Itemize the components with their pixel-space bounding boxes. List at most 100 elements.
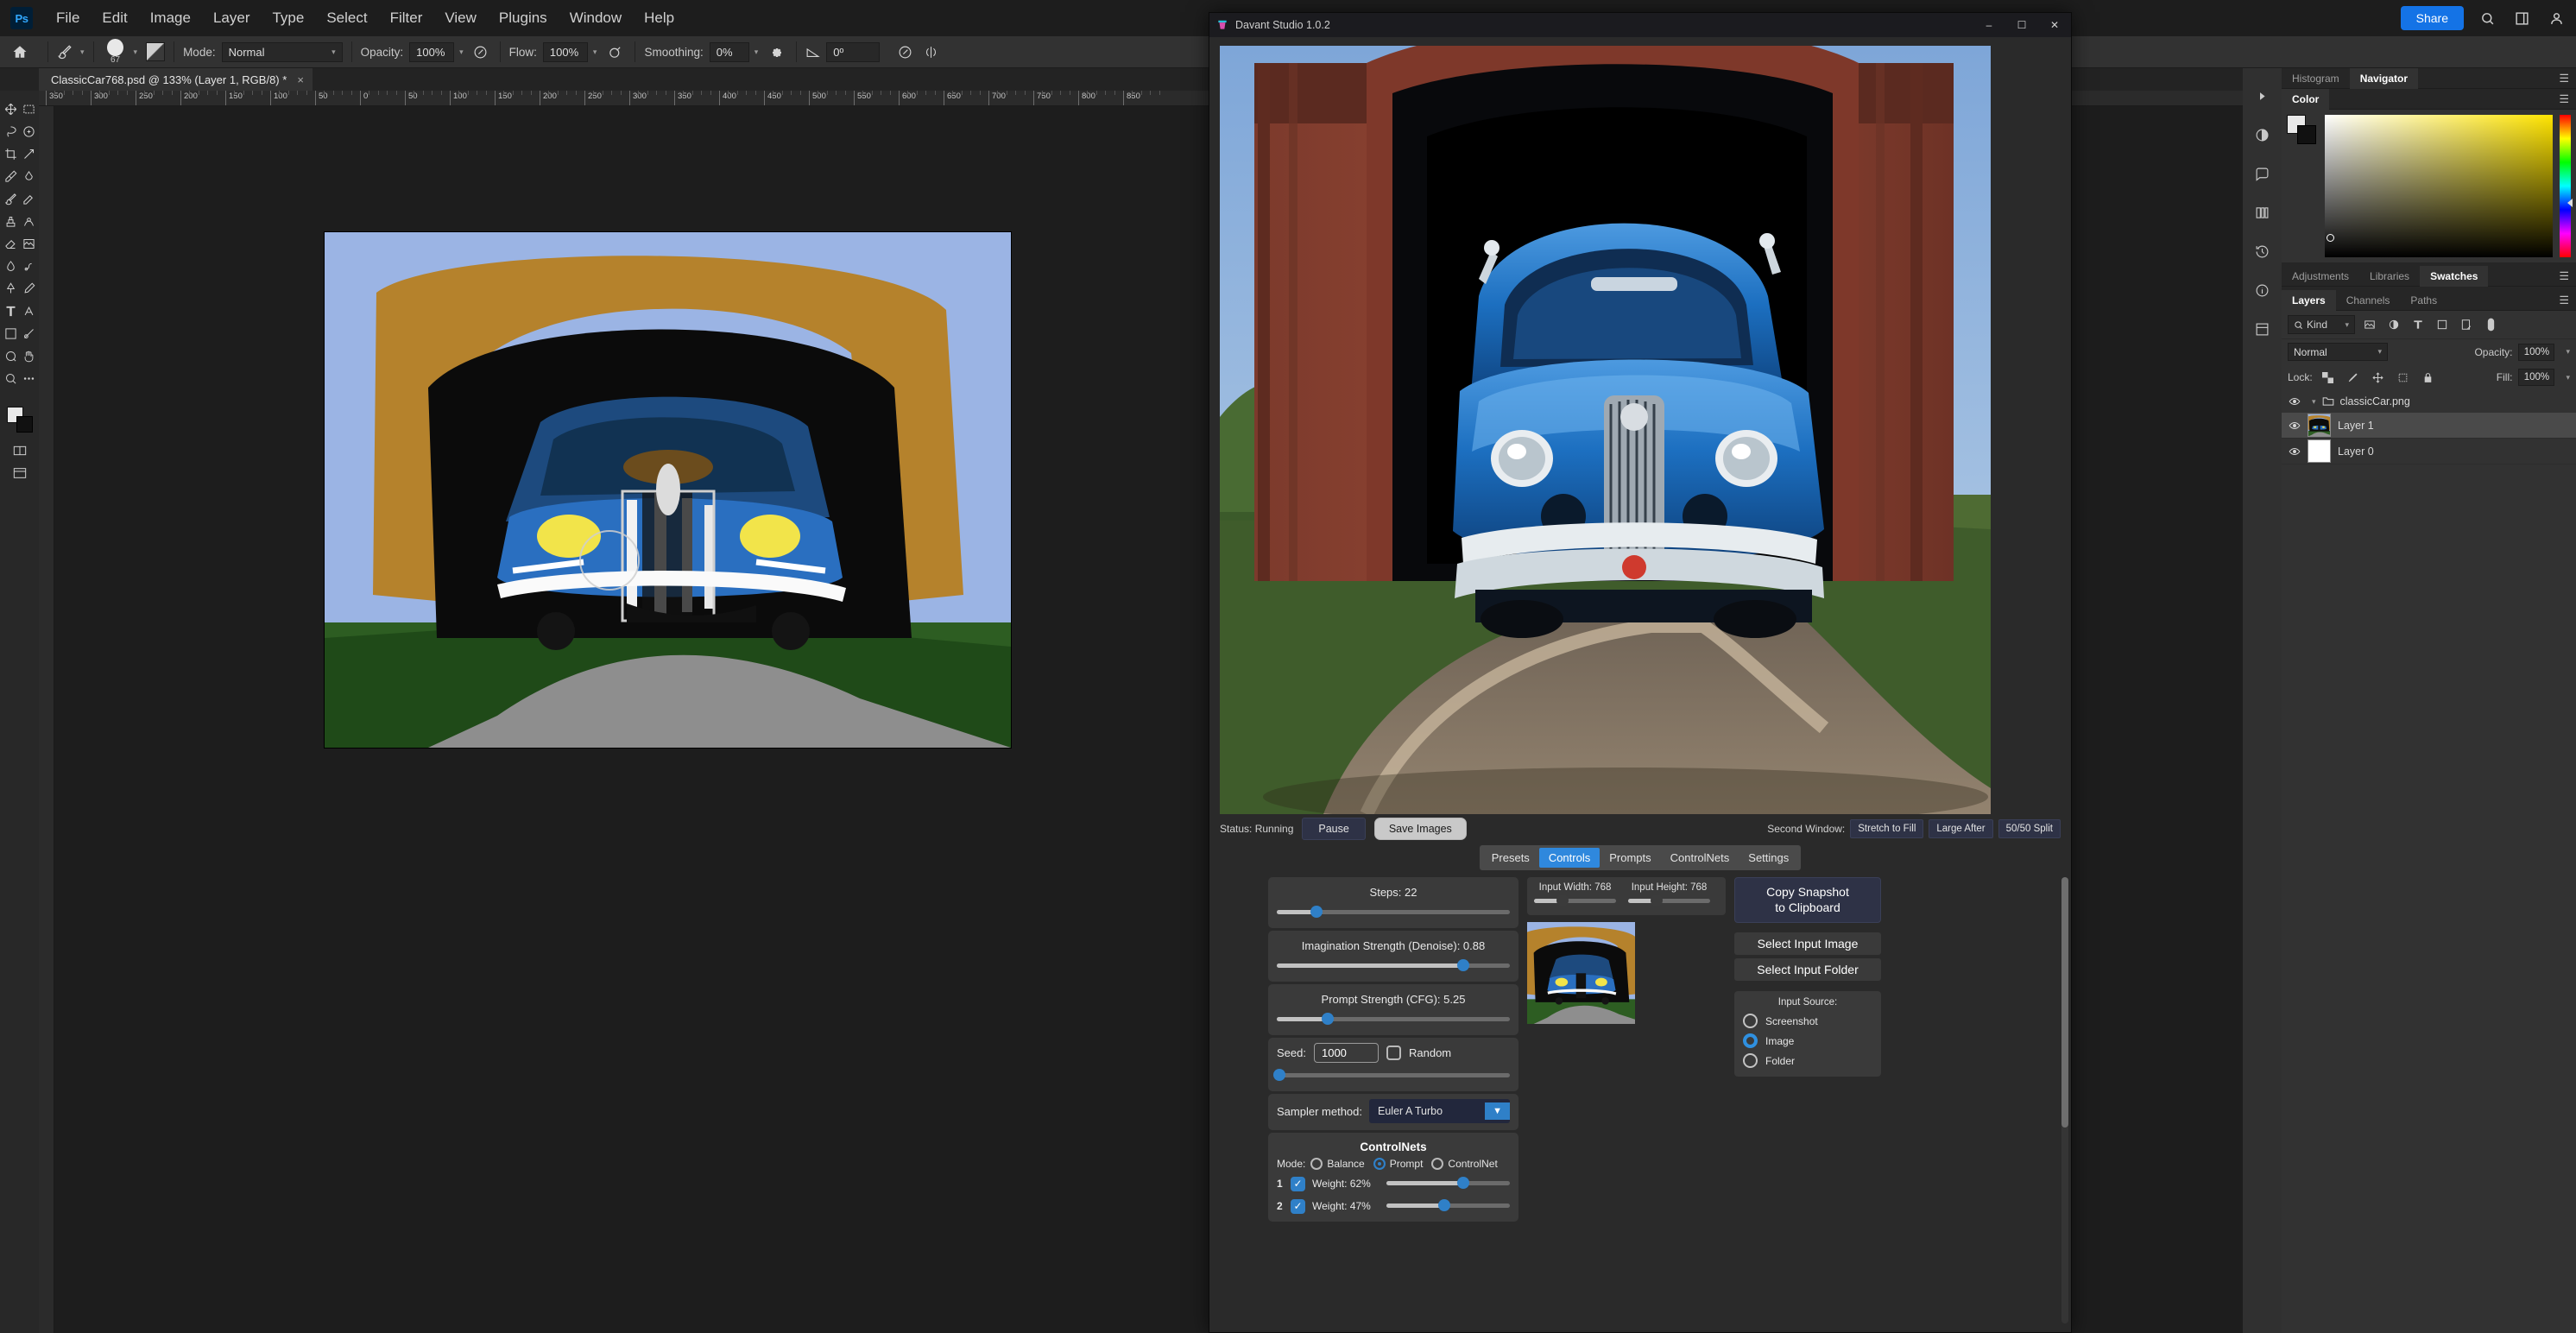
menu-item-window[interactable]: Window [559, 6, 633, 30]
smoothing-chevron-icon[interactable]: ▾ [754, 47, 759, 57]
lock-transparency-icon[interactable] [2319, 368, 2338, 387]
layer-filter-toggle[interactable] [2481, 315, 2500, 334]
controlnet-weight-slider[interactable] [1386, 1177, 1510, 1189]
controlnet-weight-slider[interactable] [1386, 1199, 1510, 1211]
menu-item-image[interactable]: Image [139, 6, 202, 30]
tool-hand[interactable] [0, 344, 39, 367]
menu-item-help[interactable]: Help [633, 6, 685, 30]
workspace-icon[interactable] [2510, 7, 2533, 29]
input-height-slider[interactable] [1628, 894, 1710, 907]
select-input-image-button[interactable]: Select Input Image [1734, 932, 1881, 955]
controlnet-enable-checkbox[interactable]: ✓ [1291, 1176, 1305, 1191]
rail-properties-icon[interactable] [2243, 310, 2282, 349]
color-swatches[interactable] [2287, 115, 2318, 144]
menu-item-filter[interactable]: Filter [379, 6, 434, 30]
layer-blend-mode-select[interactable]: Normal ▾ [2288, 343, 2388, 361]
color-picker-cursor[interactable] [2327, 234, 2334, 242]
layer-row[interactable]: Layer 0 [2282, 439, 2576, 464]
tool-type[interactable] [0, 300, 39, 322]
foreground-background-color[interactable] [0, 403, 39, 439]
rail-history-icon[interactable] [2243, 232, 2282, 271]
seed-slider[interactable] [1272, 1069, 1510, 1081]
color-picker-field[interactable] [2325, 115, 2553, 257]
group-expand-icon[interactable]: ▾ [2312, 397, 2316, 407]
tab-swatches[interactable]: Swatches [2420, 265, 2489, 287]
layer-group-row[interactable]: ▾ classicCar.png [2282, 390, 2576, 413]
tool-clone-stamp[interactable] [0, 210, 39, 232]
flow-input[interactable]: 100% [542, 41, 588, 62]
opacity-chevron-icon[interactable]: ▾ [459, 47, 464, 57]
controlnet-mode-option-balance[interactable]: Balance [1310, 1158, 1365, 1170]
copy-snapshot-button[interactable]: Copy Snapshot to Clipboard [1734, 877, 1881, 923]
lock-position-icon[interactable] [2369, 368, 2388, 387]
steps-slider[interactable] [1277, 906, 1510, 918]
panel-menu-icon[interactable]: ☰ [2559, 269, 2569, 283]
eye-icon[interactable] [2289, 420, 2301, 432]
artwork-canvas[interactable] [325, 232, 1011, 748]
cfg-slider[interactable] [1277, 1013, 1510, 1025]
filter-pixel-icon[interactable] [2360, 315, 2379, 334]
lock-all-icon[interactable] [2419, 368, 2438, 387]
input-source-option-screenshot[interactable]: Screenshot [1743, 1011, 1872, 1031]
panel-menu-icon[interactable]: ☰ [2559, 294, 2569, 307]
layer-row[interactable]: Layer 1 [2282, 413, 2576, 439]
tool-screen-mode[interactable] [0, 462, 39, 484]
close-button[interactable]: ✕ [2038, 13, 2071, 37]
rail-adjustments-icon[interactable] [2243, 116, 2282, 155]
menu-item-view[interactable]: View [433, 6, 488, 30]
layer-opacity-input[interactable]: 100% [2518, 343, 2555, 361]
input-source-option-image[interactable]: Image [1743, 1031, 1872, 1051]
avatar[interactable] [2545, 7, 2567, 29]
filter-smart-object-icon[interactable] [2457, 315, 2476, 334]
menu-item-layer[interactable]: Layer [202, 6, 262, 30]
tool-zoom[interactable] [0, 367, 39, 389]
flow-chevron-icon[interactable]: ▾ [593, 47, 597, 57]
brush-tool-icon[interactable]: ▾ [57, 44, 85, 60]
panel-menu-icon[interactable]: ☰ [2559, 92, 2569, 106]
eye-icon[interactable] [2289, 395, 2301, 407]
layer-thumbnail[interactable] [2308, 414, 2331, 437]
davant-title-bar[interactable]: Davant Studio 1.0.2 – ☐ ✕ [1209, 13, 2071, 37]
background-color-swatch[interactable] [16, 416, 33, 433]
smoothing-input[interactable]: 0% [709, 41, 749, 62]
background-color-swatch[interactable] [2297, 125, 2316, 144]
rail-info-icon[interactable] [2243, 271, 2282, 310]
symmetry-icon[interactable] [918, 45, 944, 60]
close-icon[interactable]: × [297, 73, 304, 86]
stretch-to-fill-button[interactable]: Stretch to Fill [1850, 819, 1924, 838]
controlnet-mode-option-prompt[interactable]: Prompt [1373, 1158, 1423, 1170]
save-images-button[interactable]: Save Images [1373, 818, 1467, 840]
tool-move[interactable] [0, 98, 39, 120]
gear-icon[interactable] [765, 45, 787, 59]
brush-settings-toggle-icon[interactable] [146, 42, 166, 61]
menu-item-type[interactable]: Type [261, 6, 315, 30]
filter-shape-icon[interactable] [2433, 315, 2452, 334]
tab-navigator[interactable]: Navigator [2349, 67, 2419, 89]
pressure-opacity-icon[interactable] [470, 45, 491, 60]
tab-paths[interactable]: Paths [2400, 290, 2447, 311]
tablet-pressure-icon[interactable] [892, 45, 918, 60]
seed-input[interactable]: 1000 [1313, 1043, 1379, 1063]
maximize-button[interactable]: ☐ [2005, 13, 2038, 37]
hue-slider[interactable] [2560, 115, 2573, 257]
tool-quick-mask[interactable] [0, 439, 39, 462]
tab-adjustments[interactable]: Adjustments [2282, 266, 2359, 287]
tab-controlnets[interactable]: ControlNets [1661, 848, 1739, 868]
tab-libraries[interactable]: Libraries [2359, 266, 2420, 287]
filter-adjustment-icon[interactable] [2384, 315, 2403, 334]
tab-color[interactable]: Color [2282, 88, 2330, 110]
tab-channels[interactable]: Channels [2336, 290, 2401, 311]
input-image-thumbnail[interactable] [1527, 922, 1635, 1024]
brush-angle-input[interactable]: 0º [826, 41, 881, 62]
menu-item-file[interactable]: File [45, 6, 91, 30]
tool-eyedropper[interactable] [0, 165, 39, 187]
tool-brush[interactable] [0, 187, 39, 210]
tab-prompts[interactable]: Prompts [1600, 848, 1660, 868]
select-input-folder-button[interactable]: Select Input Folder [1734, 958, 1881, 981]
pause-button[interactable]: Pause [1302, 818, 1366, 840]
tab-layers[interactable]: Layers [2282, 289, 2336, 311]
menu-item-plugins[interactable]: Plugins [488, 6, 559, 30]
menu-item-select[interactable]: Select [315, 6, 378, 30]
minimize-button[interactable]: – [1973, 13, 2005, 37]
lock-artboard-icon[interactable] [2394, 368, 2413, 387]
